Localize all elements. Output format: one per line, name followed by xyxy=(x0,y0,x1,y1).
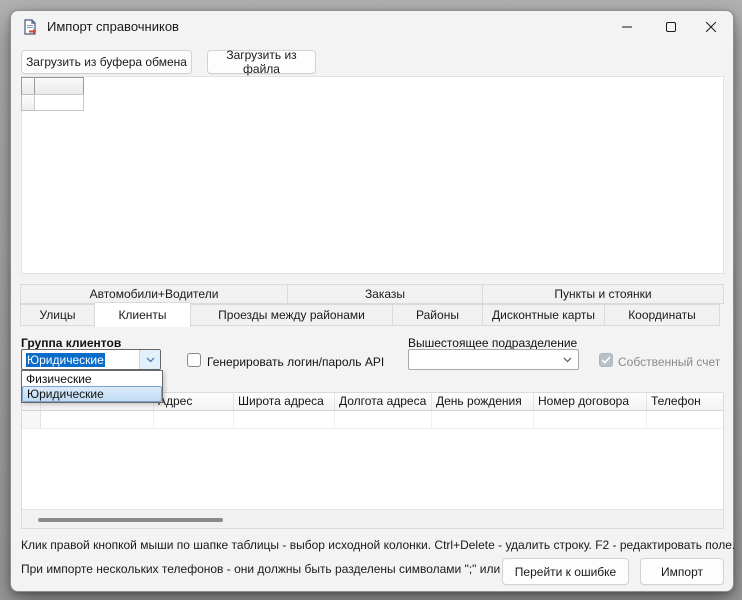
close-button[interactable] xyxy=(688,12,733,42)
grid-corner-cell[interactable] xyxy=(21,77,35,95)
tab-routes-between-districts[interactable]: Проезды между районами xyxy=(190,304,393,326)
table-cell[interactable] xyxy=(647,411,723,428)
horizontal-scrollbar[interactable] xyxy=(22,509,723,528)
combobox-value: Юридические xyxy=(22,353,139,367)
client-group-combobox[interactable]: Юридические xyxy=(21,349,161,370)
column-header-longitude[interactable]: Долгота адреса xyxy=(335,393,432,410)
tab-cars-drivers[interactable]: Автомобили+Водители xyxy=(20,284,288,304)
table-row[interactable] xyxy=(22,411,723,429)
goto-error-button[interactable]: Перейти к ошибке xyxy=(502,558,629,585)
client-group-dropdown-list: Физические Юридические xyxy=(21,370,163,403)
column-header-contract[interactable]: Номер договора xyxy=(534,393,647,410)
table-cell[interactable] xyxy=(335,411,432,428)
tab-discount-cards[interactable]: Дисконтные карты xyxy=(482,304,605,326)
tab-label: Пункты и стоянки xyxy=(554,287,651,301)
table-cell[interactable] xyxy=(154,411,234,428)
selected-text: Юридические xyxy=(26,353,105,367)
client-group-label: Группа клиентов xyxy=(21,336,121,350)
table-cell[interactable] xyxy=(534,411,647,428)
tab-label: Клиенты xyxy=(118,308,166,322)
tab-label: Автомобили+Водители xyxy=(90,287,219,301)
tab-points-parkings[interactable]: Пункты и стоянки xyxy=(482,284,724,304)
tab-districts[interactable]: Районы xyxy=(392,304,483,326)
column-header-latitude[interactable]: Широта адреса xyxy=(234,393,335,410)
load-from-file-button[interactable]: Загрузить из файла xyxy=(207,50,316,74)
chevron-down-icon[interactable] xyxy=(557,350,578,369)
tab-coordinates[interactable]: Координаты xyxy=(604,304,720,326)
hint-text-1: Клик правой кнопкой мыши по шапке таблиц… xyxy=(21,538,735,552)
maximize-button[interactable] xyxy=(648,12,693,42)
hint-text-2: При импорте нескольких телефонов - они д… xyxy=(21,562,515,576)
column-header-birthday[interactable]: День рождения xyxy=(432,393,534,410)
load-from-clipboard-button[interactable]: Загрузить из буфера обмена xyxy=(21,50,192,74)
column-header-address[interactable]: Адрес xyxy=(154,393,234,410)
tab-streets[interactable]: Улицы xyxy=(20,304,95,326)
chevron-down-icon[interactable] xyxy=(139,350,160,369)
scrollbar-thumb[interactable] xyxy=(38,518,223,522)
table-cell[interactable] xyxy=(432,411,534,428)
import-button[interactable]: Импорт xyxy=(640,558,724,585)
tab-label: Дисконтные карты xyxy=(492,308,595,322)
own-account-label: Собственный счет xyxy=(618,355,720,369)
parent-division-label: Вышестоящее подразделение xyxy=(408,336,577,350)
tab-label: Заказы xyxy=(365,287,405,301)
tab-clients[interactable]: Клиенты xyxy=(94,302,191,327)
table-cell[interactable] xyxy=(41,411,154,428)
column-header-phone[interactable]: Телефон xyxy=(647,393,723,410)
dropdown-option-individuals[interactable]: Физические xyxy=(22,371,162,386)
title-bar: Импорт справочников xyxy=(11,11,733,43)
tab-label: Улицы xyxy=(39,308,75,322)
parent-division-combobox[interactable] xyxy=(408,349,579,370)
import-document-icon xyxy=(22,19,38,35)
source-grid-corner xyxy=(21,77,84,111)
tab-strip-row-1: Автомобили+Водители Заказы Пункты и стоя… xyxy=(21,284,724,304)
grid-column-header-cell[interactable] xyxy=(34,77,84,95)
table-cell[interactable] xyxy=(234,411,335,428)
window-title: Импорт справочников xyxy=(47,11,179,43)
tab-strip-row-2: Улицы Клиенты Проезды между районами Рай… xyxy=(21,304,720,327)
import-dialog-window: Импорт справочников Загрузить из буфера … xyxy=(10,10,734,592)
dropdown-option-legal-entities[interactable]: Юридические xyxy=(22,386,162,402)
grid-row-header-cell[interactable] xyxy=(21,94,35,111)
grid-data-cell[interactable] xyxy=(34,94,84,111)
tab-label: Проезды между районами xyxy=(218,308,365,322)
generate-api-label: Генерировать логин/пароль API xyxy=(207,355,384,369)
tab-orders[interactable]: Заказы xyxy=(287,284,483,304)
row-header-cell[interactable] xyxy=(22,411,41,428)
tab-label: Координаты xyxy=(628,308,696,322)
tab-label: Районы xyxy=(416,308,459,322)
source-data-grid[interactable] xyxy=(21,76,724,274)
import-mapping-table: Адрес Широта адреса Долгота адреса День … xyxy=(21,392,724,529)
generate-api-checkbox[interactable] xyxy=(187,353,201,367)
minimize-button[interactable] xyxy=(604,12,649,42)
own-account-checkbox xyxy=(599,353,613,367)
